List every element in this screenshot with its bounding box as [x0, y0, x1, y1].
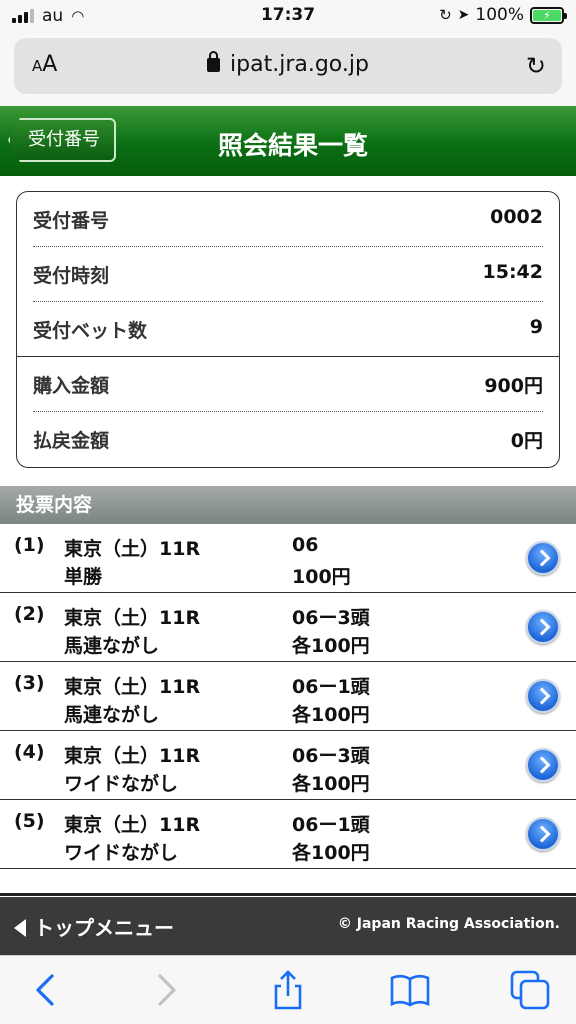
bet-type: ワイドながし — [64, 842, 179, 864]
summary-label: 受付時刻 — [33, 265, 110, 287]
top-menu-link[interactable]: トップメニュー — [14, 912, 174, 941]
bet-type: ワイドながし — [64, 773, 179, 795]
bet-race: 東京（土）11R — [64, 676, 201, 698]
footer: トップメニュー © Japan Racing Association. — [0, 897, 576, 955]
bet-race: 東京（土）11R — [64, 814, 201, 836]
bet-race: 東京（土）11R — [64, 607, 201, 629]
list-item[interactable]: (5) 東京（土）11R ワイドながし 06ー1頭 各100円 — [0, 800, 576, 869]
copyright: © Japan Racing Association. — [337, 916, 560, 932]
bet-race: 東京（土）11R — [64, 538, 201, 560]
share-icon[interactable] — [266, 968, 310, 1012]
list-item[interactable]: (4) 東京（土）11R ワイドながし 06ー3頭 各100円 — [0, 731, 576, 800]
bet-selection: 06 — [292, 534, 319, 556]
summary-label: 払戻金額 — [33, 430, 110, 452]
bookmarks-icon[interactable] — [388, 968, 432, 1012]
page-header: 受付番号 照会結果一覧 — [0, 106, 576, 176]
location-icon: ➤ — [457, 7, 470, 23]
rotation-lock-icon: ↻ — [439, 6, 452, 24]
bet-amount: 各100円 — [292, 773, 370, 795]
bet-number: (4) — [14, 741, 45, 763]
section-header: 投票内容 — [0, 486, 576, 524]
bet-selection: 06ー3頭 — [292, 745, 370, 767]
summary-label: 受付番号 — [33, 210, 110, 232]
summary-row-purchase-amount: 購入金額 900円 — [17, 357, 559, 412]
bet-selection: 06ー1頭 — [292, 814, 370, 836]
list-item[interactable]: (3) 東京（土）11R 馬連ながし 06ー1頭 各100円 — [0, 662, 576, 731]
battery-icon: ⚡ — [530, 6, 567, 24]
summary-value: 9 — [529, 316, 543, 338]
browser-toolbar — [0, 955, 576, 1024]
bet-type: 単勝 — [64, 566, 103, 588]
bet-race: 東京（土）11R — [64, 745, 201, 767]
page-title: 照会結果一覧 — [217, 131, 368, 160]
back-icon[interactable] — [24, 968, 68, 1012]
address-bar[interactable]: AA ipat.jra.go.jp ↻ — [14, 38, 562, 94]
forward-icon[interactable] — [144, 968, 188, 1012]
chevron-right-icon[interactable] — [526, 541, 560, 575]
top-menu-label: トップメニュー — [34, 916, 174, 940]
chevron-right-icon[interactable] — [526, 817, 560, 851]
summary-label: 受付ベット数 — [33, 320, 148, 342]
bet-amount: 各100円 — [292, 704, 370, 726]
summary-row-bet-count: 受付ベット数 9 — [17, 302, 559, 357]
browser-address-area: AA ipat.jra.go.jp ↻ — [0, 34, 576, 106]
bet-selection: 06ー1頭 — [292, 676, 370, 698]
bet-list: (1) 東京（土）11R 単勝 06 100円 (2) 東京（土）11R 馬連な… — [0, 524, 576, 869]
bet-amount: 各100円 — [292, 842, 370, 864]
bet-type: 馬連ながし — [64, 704, 160, 726]
bet-number: (1) — [14, 534, 45, 556]
summary-box: 受付番号 0002 受付時刻 15:42 受付ベット数 9 購入金額 900円 … — [16, 191, 560, 468]
summary-value: 900円 — [484, 375, 543, 397]
battery-percent: 100% — [475, 5, 524, 25]
bet-number: (5) — [14, 810, 45, 832]
chevron-right-icon[interactable] — [526, 748, 560, 782]
reload-icon[interactable]: ↻ — [526, 52, 546, 80]
summary-row-payout-amount: 払戻金額 0円 — [17, 412, 559, 467]
chevron-right-icon[interactable] — [526, 610, 560, 644]
bet-amount: 各100円 — [292, 635, 370, 657]
triangle-left-icon — [14, 919, 26, 937]
footer-divider — [0, 893, 576, 896]
chevron-right-icon[interactable] — [526, 679, 560, 713]
bet-number: (3) — [14, 672, 45, 694]
list-item[interactable]: (2) 東京（土）11R 馬連ながし 06ー3頭 各100円 — [0, 593, 576, 662]
summary-value: 0円 — [510, 430, 543, 452]
url-display[interactable]: ipat.jra.go.jp — [14, 51, 562, 77]
summary-row-receipt-time: 受付時刻 15:42 — [17, 247, 559, 302]
summary-value: 0002 — [490, 206, 543, 228]
bet-number: (2) — [14, 603, 45, 625]
list-item[interactable]: (1) 東京（土）11R 単勝 06 100円 — [0, 524, 576, 593]
summary-value: 15:42 — [482, 261, 543, 283]
lock-icon — [207, 51, 221, 72]
status-bar: au ◠ 17:37 ↻ ➤ 100% ⚡ — [0, 0, 576, 34]
bet-amount: 100円 — [292, 566, 351, 588]
bet-type: 馬連ながし — [64, 635, 160, 657]
tabs-icon[interactable] — [508, 968, 552, 1012]
summary-label: 購入金額 — [33, 375, 110, 397]
bet-selection: 06ー3頭 — [292, 607, 370, 629]
summary-row-receipt-number: 受付番号 0002 — [17, 192, 559, 247]
domain-text: ipat.jra.go.jp — [230, 52, 369, 77]
